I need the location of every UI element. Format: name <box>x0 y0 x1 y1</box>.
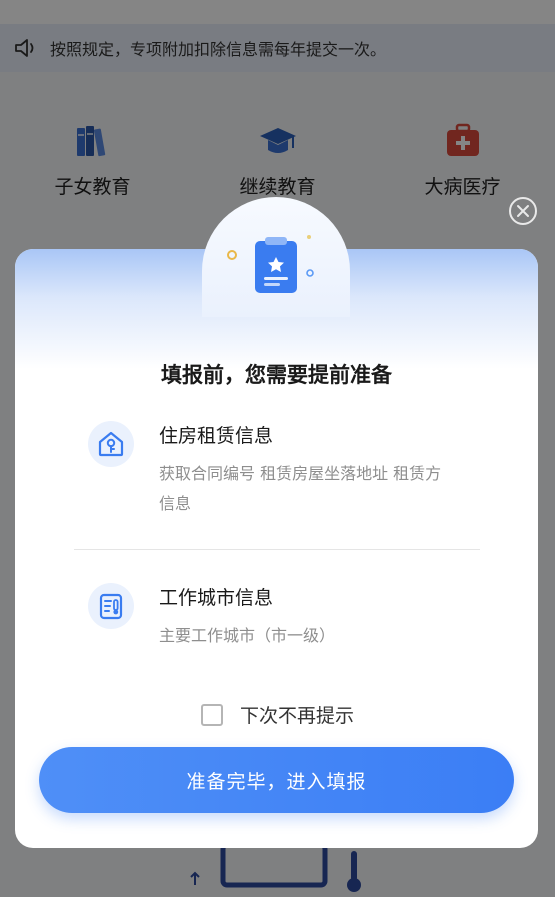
house-key-icon <box>98 431 124 457</box>
close-icon <box>517 205 529 217</box>
ready-enter-button[interactable]: 准备完毕，进入填报 <box>39 747 514 813</box>
item-icon-wrapper <box>88 421 134 467</box>
dont-show-again-row[interactable]: 下次不再提示 <box>201 701 354 728</box>
item-icon-wrapper <box>88 583 134 629</box>
item-description: 获取合同编号 租赁房屋坐落地址 租赁方信息 <box>159 464 442 513</box>
dialog-badge <box>202 197 350 317</box>
close-button[interactable] <box>509 197 537 225</box>
item-description: 主要工作城市（市一级） <box>159 626 336 645</box>
preparation-dialog: 填报前，您需要提前准备 住房租赁信息 获取合同编号 租赁房屋坐落地址 租赁方信息… <box>15 197 538 848</box>
dont-show-again-checkbox[interactable] <box>201 703 223 726</box>
document-thermometer-icon <box>99 593 123 620</box>
dialog-title: 填报前，您需要提前准备 <box>161 363 392 387</box>
item-title: 工作城市信息 <box>159 587 274 609</box>
clipboard-star-icon <box>227 235 314 293</box>
divider <box>74 549 480 550</box>
dont-show-again-label[interactable]: 下次不再提示 <box>240 701 354 728</box>
item-title: 住房租赁信息 <box>159 425 274 447</box>
